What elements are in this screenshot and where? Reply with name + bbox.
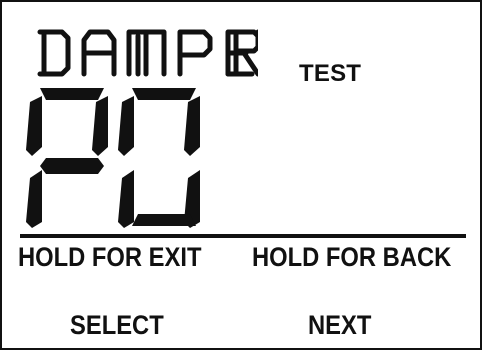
hold-for-exit-button[interactable]: HOLD FOR EXIT bbox=[18, 242, 201, 273]
hold-for-back-button[interactable]: HOLD FOR BACK bbox=[252, 242, 451, 273]
soft-key-divider bbox=[20, 234, 466, 238]
select-button[interactable]: SELECT bbox=[70, 310, 164, 341]
top-label-text: DAMPER bbox=[2, 2, 3, 3]
main-code-segment-display bbox=[26, 88, 200, 228]
thermostat-lcd-screen: DAMPER P0 TEST HOLD FOR EXIT HOLD FOR BA… bbox=[0, 0, 482, 350]
next-button[interactable]: NEXT bbox=[308, 310, 371, 341]
main-code-text: P0 bbox=[2, 2, 3, 3]
damper-segment-label bbox=[37, 29, 258, 77]
mode-indicator-test: TEST bbox=[299, 60, 362, 87]
